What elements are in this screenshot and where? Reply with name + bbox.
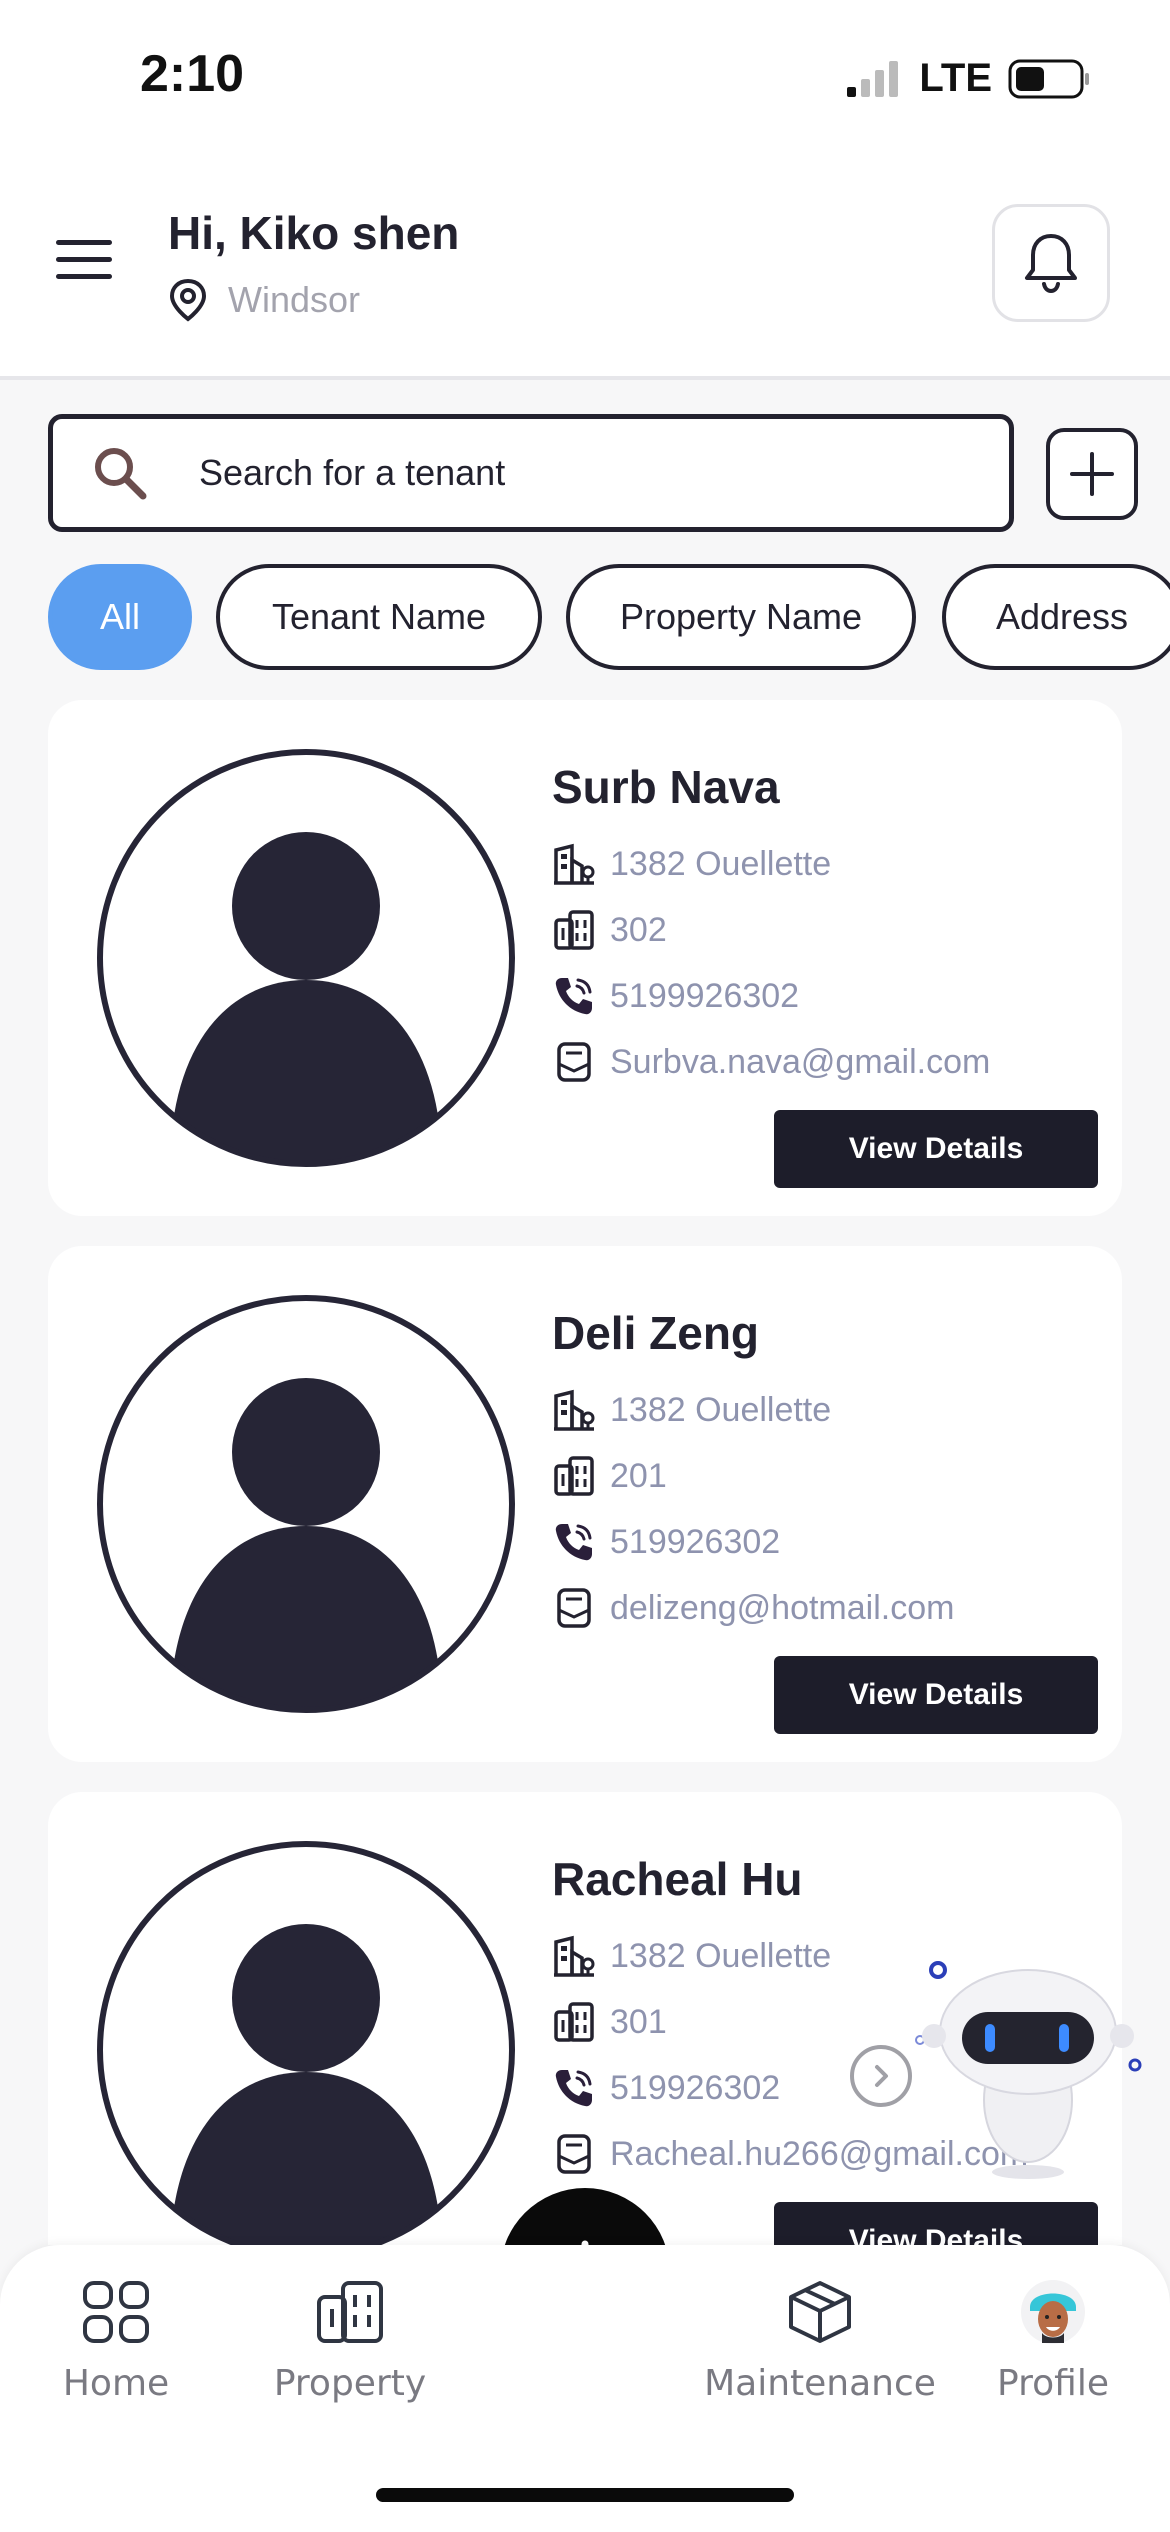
tenant-unit-row: 201	[552, 1454, 667, 1498]
signal-icon	[847, 60, 899, 97]
building-icon	[554, 843, 595, 885]
status-indicators: LTE	[847, 56, 1090, 101]
greeting-title: Hi, Kiko shen	[168, 207, 460, 259]
apartment-icon	[554, 910, 594, 950]
apartment-icon	[554, 2002, 594, 2042]
tenant-address: 1382 Ouellette	[610, 844, 832, 883]
email-icon	[557, 1042, 591, 1082]
view-details-button[interactable]: View Details	[774, 1656, 1098, 1734]
tenant-unit-row: 302	[552, 908, 667, 952]
apartment-icon	[554, 1456, 594, 1496]
tenant-card: Surb Nava 1382 Ouellette 302 5199926302 …	[48, 700, 1122, 1216]
tenant-phone: 5199926302	[610, 976, 800, 1015]
chatbot-icon[interactable]	[838, 1950, 1158, 2190]
tenant-unit-row: 301	[552, 2000, 667, 2044]
status-bar: 2:10 LTE	[0, 0, 1170, 150]
home-indicator	[376, 2488, 794, 2502]
avatar-icon	[97, 749, 515, 1167]
filter-chip-all[interactable]: All	[48, 564, 192, 670]
grid-icon	[83, 2281, 149, 2343]
apartment-icon	[317, 2281, 383, 2343]
tenant-phone-row: 5199926302	[552, 974, 799, 1018]
tenant-phone-row: 519926302	[552, 1520, 780, 1564]
tenant-email-row: delizeng@hotmail.com	[552, 1586, 954, 1630]
phone-icon	[555, 1524, 592, 1561]
search-placeholder: Search for a tenant	[199, 452, 506, 493]
tab-property-label: Property	[273, 2363, 427, 2404]
network-label: LTE	[919, 56, 992, 100]
location: Windsor	[168, 278, 360, 322]
tenant-phone: 519926302	[610, 2068, 781, 2107]
phone-icon	[555, 978, 592, 1015]
tab-maintenance[interactable]: Maintenance	[704, 2279, 936, 2404]
notifications-button[interactable]	[992, 204, 1110, 322]
email-icon	[557, 2134, 591, 2174]
tenant-name: Surb Nava	[552, 761, 780, 813]
search-input[interactable]: Search for a tenant	[48, 414, 1014, 532]
status-time: 2:10	[140, 45, 245, 103]
search-icon	[95, 448, 147, 500]
tenant-unit: 301	[610, 2002, 667, 2041]
tenant-card: Deli Zeng 1382 Ouellette 201 519926302 d…	[48, 1246, 1122, 1762]
box-icon	[789, 2281, 851, 2343]
tenant-email: delizeng@hotmail.com	[610, 1588, 955, 1627]
tenant-address-row: 1382 Ouellette	[552, 1388, 831, 1432]
avatar-icon	[97, 1295, 515, 1713]
email-icon	[557, 1588, 591, 1628]
phone-icon	[555, 2070, 592, 2107]
tenant-address-row: 1382 Ouellette	[552, 842, 831, 886]
filter-chips: All Tenant Name Property Name Address	[48, 564, 1170, 672]
tenant-address: 1382 Ouellette	[610, 1936, 832, 1975]
tab-profile[interactable]: Profile	[943, 2279, 1163, 2404]
filter-chip-address[interactable]: Address	[942, 564, 1170, 670]
app-header: Hi, Kiko shen Windsor	[0, 150, 1170, 380]
tenant-phone-row: 519926302	[552, 2066, 780, 2110]
battery-icon	[1008, 59, 1089, 98]
filter-chip-tenant-name[interactable]: Tenant Name	[216, 564, 542, 670]
location-text: Windsor	[228, 279, 361, 320]
tab-home[interactable]: Home	[6, 2279, 226, 2404]
tenant-phone: 519926302	[610, 1522, 781, 1561]
tab-property[interactable]: Property	[240, 2279, 460, 2404]
tenant-name: Deli Zeng	[552, 1307, 760, 1359]
avatar-icon	[97, 1841, 515, 2245]
building-icon	[554, 1389, 595, 1431]
bell-icon	[1025, 234, 1077, 294]
plus-icon	[1070, 452, 1114, 496]
tab-maintenance-label: Maintenance	[704, 2363, 936, 2404]
tenant-name: Racheal Hu	[552, 1853, 803, 1905]
location-pin-icon	[169, 278, 207, 322]
building-icon	[554, 1935, 595, 1977]
tenant-email: Surbva.nava@gmail.com	[610, 1042, 991, 1081]
tenant-address: 1382 Ouellette	[610, 1390, 832, 1429]
add-tenant-button[interactable]	[1046, 428, 1138, 520]
tab-home-label: Home	[62, 2363, 170, 2404]
tenant-unit: 302	[610, 910, 667, 949]
filter-chip-property-name[interactable]: Property Name	[566, 564, 916, 670]
tenant-address-row: 1382 Ouellette	[552, 1934, 831, 1978]
menu-icon[interactable]	[56, 240, 112, 280]
tenant-unit: 201	[610, 1456, 667, 1495]
view-details-button[interactable]: View Details	[774, 1110, 1098, 1188]
tenant-email-row: Surbva.nava@gmail.com	[552, 1040, 990, 1084]
view-details-button[interactable]: View Details	[774, 2202, 1098, 2245]
avatar	[1021, 2280, 1085, 2344]
tab-profile-label: Profile	[997, 2363, 1109, 2404]
